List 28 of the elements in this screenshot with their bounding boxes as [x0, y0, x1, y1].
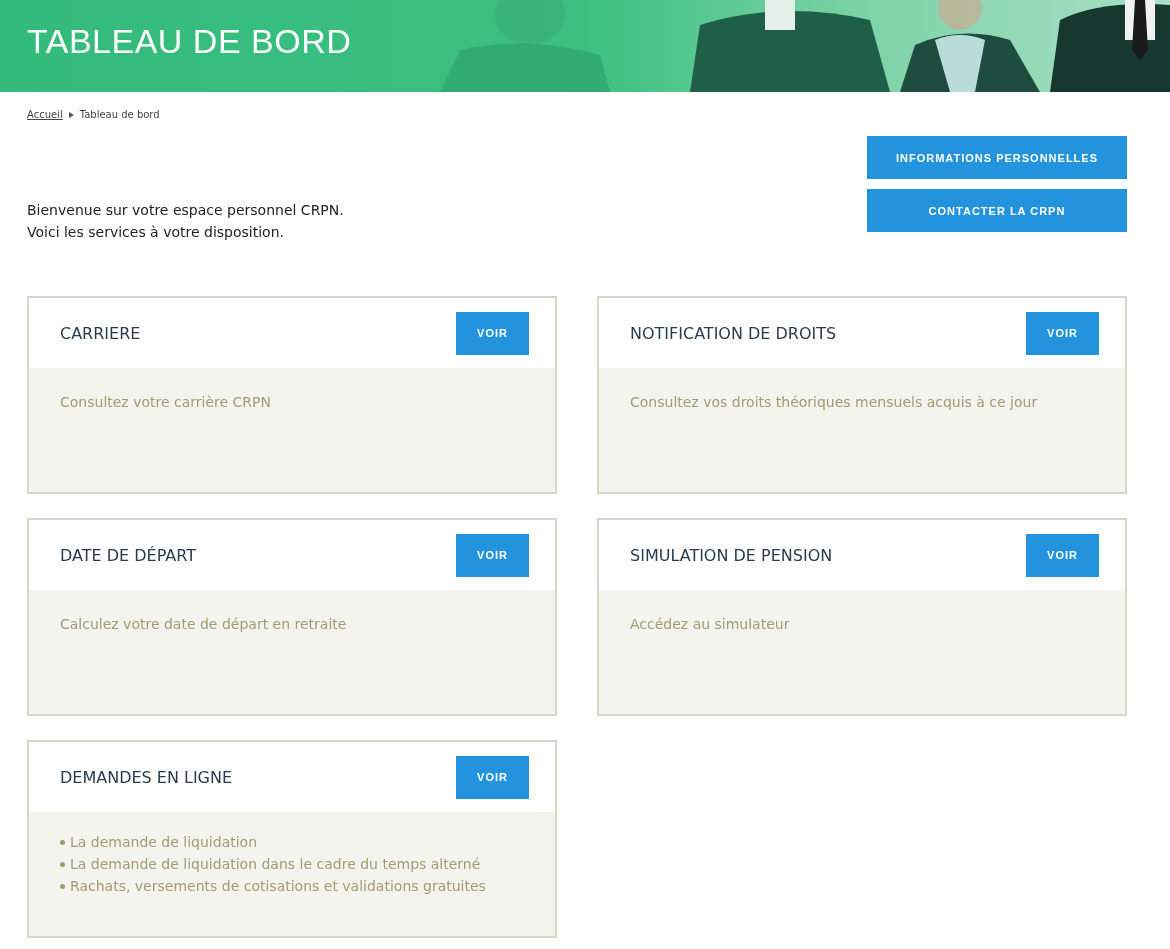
card-title: DEMANDES EN LIGNE — [60, 767, 233, 787]
view-button[interactable]: VOIR — [1026, 311, 1099, 355]
breadcrumb-current: Tableau de bord — [79, 109, 160, 120]
breadcrumb-separator-icon — [68, 111, 74, 118]
bullet-icon — [60, 883, 65, 889]
view-button[interactable]: VOIR — [456, 755, 529, 799]
card-title: DATE DE DÉPART — [60, 545, 196, 565]
card-description: Accédez au simulateur — [630, 616, 790, 632]
list-item: La demande de liquidation dans le cadre du temps alterné — [70, 856, 481, 872]
card-description: Calculez votre date de départ en retraite — [60, 616, 347, 632]
bullet-icon — [60, 839, 65, 845]
list-item: La demande de liquidation — [70, 834, 258, 850]
card-description: Consultez vos droits théoriques mensuels acquis à ce jour — [630, 394, 1038, 410]
welcome-text: Bienvenue sur votre espace personnel CRPN. — [27, 202, 344, 218]
list-item: Rachats, versements de cotisations et validations gratuites — [70, 878, 486, 894]
card-title: NOTIFICATION DE DROITS — [630, 323, 837, 343]
card-title: CARRIERE — [60, 323, 141, 343]
view-button[interactable]: VOIR — [456, 533, 529, 577]
breadcrumb-link[interactable]: Accueil — [27, 109, 63, 120]
action-button[interactable]: INFORMATIONS PERSONNELLES — [867, 136, 1127, 179]
view-button[interactable]: VOIR — [456, 311, 529, 355]
page-title: TABLEAU DE BORD — [27, 22, 352, 61]
card-title: SIMULATION DE PENSION — [630, 545, 833, 565]
card-description: Consultez votre carrière CRPN — [60, 394, 271, 410]
view-button[interactable]: VOIR — [1026, 533, 1099, 577]
bullet-icon — [60, 861, 65, 867]
welcome-text: Voici les services à votre disposition. — [27, 224, 285, 240]
action-button[interactable]: CONTACTER LA CRPN — [867, 189, 1127, 232]
